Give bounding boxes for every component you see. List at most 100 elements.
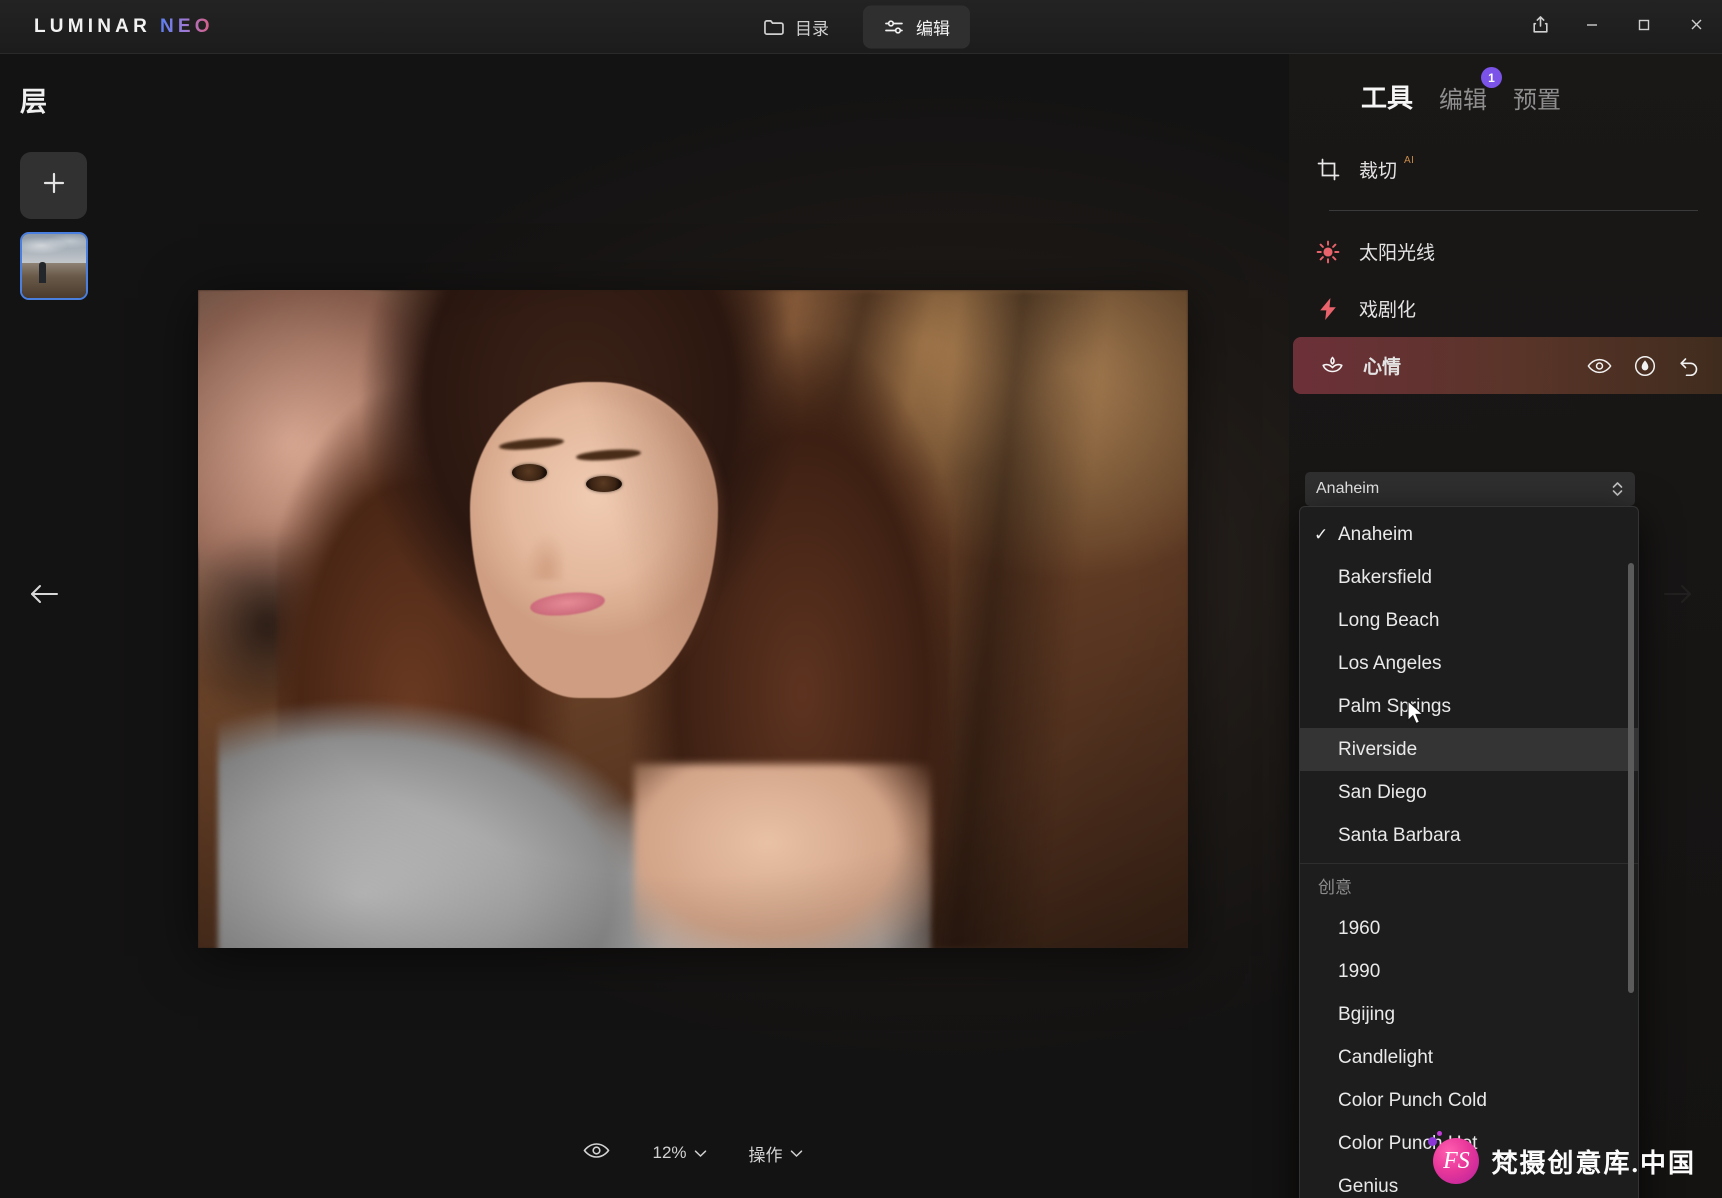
nav-edit-label: 编辑 bbox=[915, 19, 950, 38]
share-icon bbox=[1532, 15, 1549, 39]
image-canvas[interactable] bbox=[198, 290, 1188, 948]
dropdown-item-label: Genius bbox=[1338, 1175, 1399, 1197]
dropdown-item[interactable]: Long Beach bbox=[1300, 599, 1638, 642]
tool-list: 裁切 AI 太阳光线 戏剧化 心情 bbox=[1289, 141, 1722, 1182]
nav-catalog[interactable]: 目录 bbox=[743, 5, 849, 48]
mood-look-select[interactable]: Anaheim bbox=[1305, 472, 1635, 506]
dropdown-item[interactable]: Bakersfield bbox=[1300, 556, 1638, 599]
maximize-icon bbox=[1636, 17, 1652, 38]
plus-icon bbox=[40, 169, 68, 202]
layers-title: 层 bbox=[20, 87, 47, 117]
crop-ai-badge: AI bbox=[1404, 155, 1415, 166]
mood-header-actions bbox=[1587, 355, 1700, 377]
crop-icon bbox=[1311, 158, 1345, 181]
window-controls bbox=[1514, 0, 1722, 54]
edited-photo bbox=[198, 290, 1188, 948]
dropdown-item[interactable]: Santa Barbara bbox=[1300, 814, 1638, 857]
logo-luminar: LUMINAR bbox=[34, 15, 151, 37]
dropdown-item-label: Color Punch Cold bbox=[1338, 1089, 1487, 1111]
eye-icon bbox=[583, 1141, 610, 1165]
mood-lotus-icon bbox=[1315, 354, 1349, 377]
dropdown-scrollbar[interactable] bbox=[1628, 563, 1634, 993]
tool-row-sunrays[interactable]: 太阳光线 bbox=[1289, 223, 1722, 280]
chevron-updown-icon bbox=[1611, 480, 1624, 498]
tool-label-sunrays: 太阳光线 bbox=[1359, 243, 1436, 264]
dropdown-item[interactable]: Color Punch Cold bbox=[1300, 1079, 1638, 1122]
close-icon bbox=[1688, 16, 1705, 38]
mood-look-dropdown[interactable]: ✓ Anaheim Bakersfield Long Beach Los Angeles… bbox=[1299, 506, 1639, 1198]
visibility-eye-icon[interactable] bbox=[1587, 357, 1612, 375]
previous-image-button[interactable] bbox=[16, 568, 72, 624]
logo-neo: NEO bbox=[160, 15, 214, 37]
actions-label: 操作 bbox=[748, 1145, 783, 1165]
dropdown-main-items: ✓ Anaheim Bakersfield Long Beach Los Angeles… bbox=[1300, 513, 1638, 857]
minimize-icon bbox=[1584, 17, 1600, 38]
nav-edit[interactable]: 编辑 bbox=[862, 5, 970, 48]
dropdown-item[interactable]: 1990 bbox=[1300, 950, 1638, 993]
zoom-level-dropdown[interactable]: 12% bbox=[652, 1143, 706, 1163]
maximize-button[interactable] bbox=[1618, 0, 1670, 54]
tab-edits-badge: 1 bbox=[1481, 67, 1503, 88]
tools-panel-tabs: 工具 编辑 1 预置 bbox=[1289, 54, 1722, 115]
nav-catalog-label: 目录 bbox=[794, 19, 829, 38]
tool-divider bbox=[1329, 210, 1698, 211]
dropdown-item[interactable]: Riverside bbox=[1300, 728, 1638, 771]
tool-row-dramatic[interactable]: 戏剧化 bbox=[1289, 280, 1722, 337]
add-layer-button[interactable] bbox=[20, 152, 87, 219]
mask-icon[interactable] bbox=[1634, 355, 1656, 377]
dropdown-item[interactable]: Candlelight bbox=[1300, 1036, 1638, 1079]
dropdown-item-label: 1960 bbox=[1338, 917, 1381, 939]
dropdown-item[interactable]: Bgijing bbox=[1300, 993, 1638, 1036]
dropdown-item-label: Palm Springs bbox=[1338, 695, 1451, 717]
check-icon: ✓ bbox=[1314, 524, 1329, 544]
share-button[interactable] bbox=[1514, 0, 1566, 54]
title-bar: LUMINAR NEO 目录 编辑 bbox=[0, 0, 1722, 54]
zoom-level-value: 12% bbox=[652, 1143, 687, 1162]
chevron-down-icon bbox=[790, 1143, 803, 1163]
arrow-left-icon bbox=[27, 581, 61, 612]
luminar-neo-window: LUMINAR NEO 目录 编辑 层 12% 操作 工具 编辑 1 预置 裁切… bbox=[0, 0, 1722, 1198]
dropdown-item[interactable]: Palm Springs bbox=[1300, 685, 1638, 728]
tab-tools[interactable]: 工具 bbox=[1361, 78, 1413, 115]
watermark-text: 梵摄创意库.中国 bbox=[1491, 1148, 1696, 1178]
dropdown-item-label: Bgijing bbox=[1338, 1003, 1396, 1025]
dropdown-item[interactable]: 1960 bbox=[1300, 907, 1638, 950]
actions-dropdown[interactable]: 操作 bbox=[749, 1141, 803, 1166]
minimize-button[interactable] bbox=[1566, 0, 1618, 54]
dropdown-group-label: 创意 bbox=[1300, 863, 1638, 907]
tool-row-crop[interactable]: 裁切 AI bbox=[1289, 141, 1722, 198]
canvas-bottom-bar: 12% 操作 bbox=[198, 1130, 1188, 1176]
layer-thumbnail[interactable] bbox=[20, 232, 88, 300]
tool-label-mood: 心情 bbox=[1363, 357, 1402, 378]
dropdown-item-label: 1990 bbox=[1338, 960, 1381, 982]
layer-thumbnail-image bbox=[22, 234, 86, 298]
dropdown-item-label: Anaheim bbox=[1338, 523, 1413, 545]
watermark: FS 梵摄创意库.中国 bbox=[1428, 1131, 1696, 1184]
dropdown-item-label: Los Angeles bbox=[1338, 652, 1442, 674]
top-nav: 目录 编辑 bbox=[743, 5, 970, 48]
tool-label-crop: 裁切 bbox=[1359, 161, 1398, 182]
compare-toggle[interactable] bbox=[583, 1141, 610, 1165]
tab-edits[interactable]: 编辑 1 bbox=[1439, 67, 1503, 115]
photo-vignette bbox=[198, 290, 1188, 948]
dropdown-item-label: Long Beach bbox=[1338, 609, 1440, 631]
reset-undo-icon[interactable] bbox=[1678, 356, 1700, 376]
sliders-icon bbox=[883, 17, 906, 36]
dropdown-item-label: San Diego bbox=[1338, 781, 1427, 803]
dropdown-item[interactable]: ✓ Anaheim bbox=[1300, 513, 1638, 556]
layers-sidebar: 层 bbox=[0, 54, 130, 1198]
tab-edits-label: 编辑 bbox=[1439, 87, 1488, 114]
tab-presets[interactable]: 预置 bbox=[1513, 80, 1561, 115]
watermark-logo: FS bbox=[1428, 1131, 1480, 1184]
tab-tools-label: 工具 bbox=[1361, 83, 1414, 113]
close-button[interactable] bbox=[1670, 0, 1722, 54]
tools-panel: 工具 编辑 1 预置 裁切 AI 太阳光线 戏剧化 心情 Anaheim ✓ A… bbox=[1289, 54, 1722, 1198]
dropdown-item[interactable]: Los Angeles bbox=[1300, 642, 1638, 685]
dropdown-item[interactable]: San Diego bbox=[1300, 771, 1638, 814]
tool-row-mood[interactable]: 心情 bbox=[1293, 337, 1722, 394]
sunrays-icon bbox=[1311, 240, 1345, 264]
dropdown-item-label: Santa Barbara bbox=[1338, 824, 1461, 846]
dramatic-bolt-icon bbox=[1311, 297, 1345, 321]
tab-presets-label: 预置 bbox=[1513, 87, 1562, 114]
dropdown-item-label: Candlelight bbox=[1338, 1046, 1434, 1068]
